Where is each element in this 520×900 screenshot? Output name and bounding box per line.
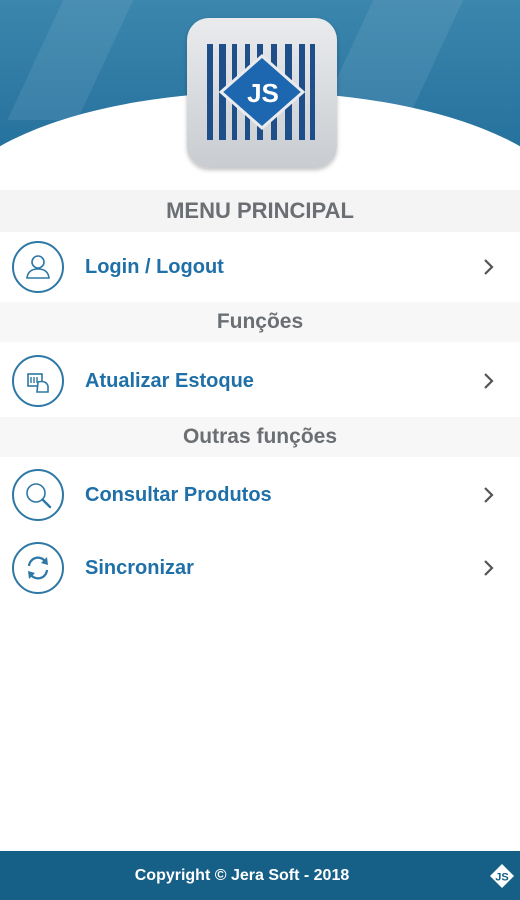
magnifier-icon [12,469,64,521]
chevron-right-icon [484,560,494,576]
section-title-other-functions: Outras funções [0,417,520,457]
scanner-box-icon [12,355,64,407]
menu-item-query-products[interactable]: Consultar Produtos [0,460,520,530]
chevron-right-icon [484,259,494,275]
chevron-right-icon [484,487,494,503]
menu-label-sync: Sincronizar [85,557,194,579]
app-header: JS [0,0,520,190]
footer-copyright: Copyright © Jera Soft - 2018 [134,867,350,884]
menu-item-sync[interactable]: Sincronizar [0,533,520,603]
header-bg-stripe [7,0,143,120]
header-bg-stripe [322,0,468,110]
menu-item-login[interactable]: Login / Logout [0,232,520,302]
user-icon [12,241,64,293]
section-title-main: MENU PRINCIPAL [0,190,520,232]
barcode-js-logo-icon: JS [207,44,315,140]
section-title-functions: Funções [0,302,520,342]
menu-label-query-products: Consultar Produtos [85,484,272,506]
menu-item-update-stock[interactable]: Atualizar Estoque [0,346,520,416]
js-logo-icon: JS [490,864,514,888]
menu-label-login: Login / Logout [85,256,224,278]
svg-text:JS: JS [247,78,279,108]
app-logo: JS [187,18,337,168]
menu-label-update-stock: Atualizar Estoque [85,370,254,392]
sync-icon [12,542,64,594]
app-footer: Copyright © Jera Soft - 2018 JS [0,851,520,900]
chevron-right-icon [484,373,494,389]
svg-text:JS: JS [495,872,508,884]
